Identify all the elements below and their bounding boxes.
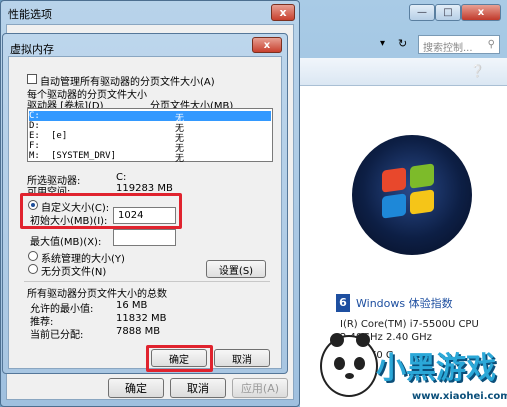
min-allowed-value: 16 MB <box>116 300 148 311</box>
custom-size-highlight <box>20 193 182 229</box>
refresh-icon[interactable]: ↻ <box>398 37 407 50</box>
ok-button-highlight <box>146 345 213 372</box>
window-caption-buttons: — □ x <box>409 4 501 22</box>
perf-index-label: Windows 体验指数 <box>356 297 453 310</box>
panda-icon <box>320 333 378 397</box>
auto-manage-checkbox[interactable] <box>27 74 37 84</box>
no-paging-label: 无分页文件(N) <box>41 267 107 278</box>
vm-cancel-button[interactable]: 取消 <box>214 349 270 367</box>
vm-dialog-title: 虚拟内存 <box>10 43 54 56</box>
current-value: 7888 MB <box>116 326 161 337</box>
help-icon[interactable]: ❔ <box>470 64 485 78</box>
watermark-logo: 小黑游戏 www.xiaohei.com <box>320 333 507 405</box>
list-item[interactable]: F: 无 <box>29 141 271 154</box>
outer-cancel-button[interactable]: 取消 <box>170 378 226 398</box>
outer-dialog-title: 性能选项 <box>8 8 52 21</box>
max-size-label: 最大值(MB)(X): <box>30 237 102 248</box>
max-size-input[interactable] <box>113 229 176 246</box>
recommended-value: 11832 MB <box>116 313 167 324</box>
total-heading: 所有驱动器分页文件大小的总数 <box>27 289 167 300</box>
search-input[interactable]: 搜索控制... ⚲ <box>418 35 500 54</box>
perf-score: 6 <box>336 294 350 312</box>
drive-list[interactable]: C: 无 D: 无 E: [e] 无 F: 无 M: [SYSTEM_DRV] 无 <box>27 108 273 164</box>
outer-close-button[interactable]: x <box>271 4 295 21</box>
search-placeholder: 搜索控制... <box>423 43 473 54</box>
minimize-button[interactable]: — <box>409 4 435 21</box>
maximize-button[interactable]: □ <box>435 4 461 21</box>
watermark-text: 小黑游戏 <box>376 351 496 386</box>
list-item[interactable]: D: 无 <box>29 121 271 134</box>
system-managed-radio[interactable] <box>28 251 38 261</box>
windows-logo <box>352 135 472 255</box>
chevron-down-icon[interactable]: ▾ <box>380 38 385 49</box>
list-item[interactable]: C: 无 <box>29 111 271 124</box>
toolbar: ❔ <box>300 58 507 86</box>
selected-drive-value: C: <box>116 172 127 183</box>
list-item[interactable]: M: [SYSTEM_DRV] 无 <box>29 151 271 164</box>
outer-ok-button[interactable]: 确定 <box>108 378 164 398</box>
outer-apply-button[interactable]: 应用(A) <box>232 378 288 398</box>
vm-close-button[interactable]: x <box>252 37 282 53</box>
list-item[interactable]: E: [e] 无 <box>29 131 271 144</box>
set-button[interactable]: 设置(S) <box>206 260 266 278</box>
no-paging-radio[interactable] <box>28 264 38 274</box>
experience-index-link[interactable]: 6 Windows 体验指数 <box>336 292 507 314</box>
search-icon: ⚲ <box>487 39 495 50</box>
divider <box>24 281 270 282</box>
cpu-text: I(R) Core(TM) i7-5500U CPU <box>340 319 479 330</box>
close-button[interactable]: x <box>461 4 501 21</box>
current-label: 当前已分配: <box>30 330 84 341</box>
watermark-url: www.xiaohei.com <box>412 391 507 402</box>
